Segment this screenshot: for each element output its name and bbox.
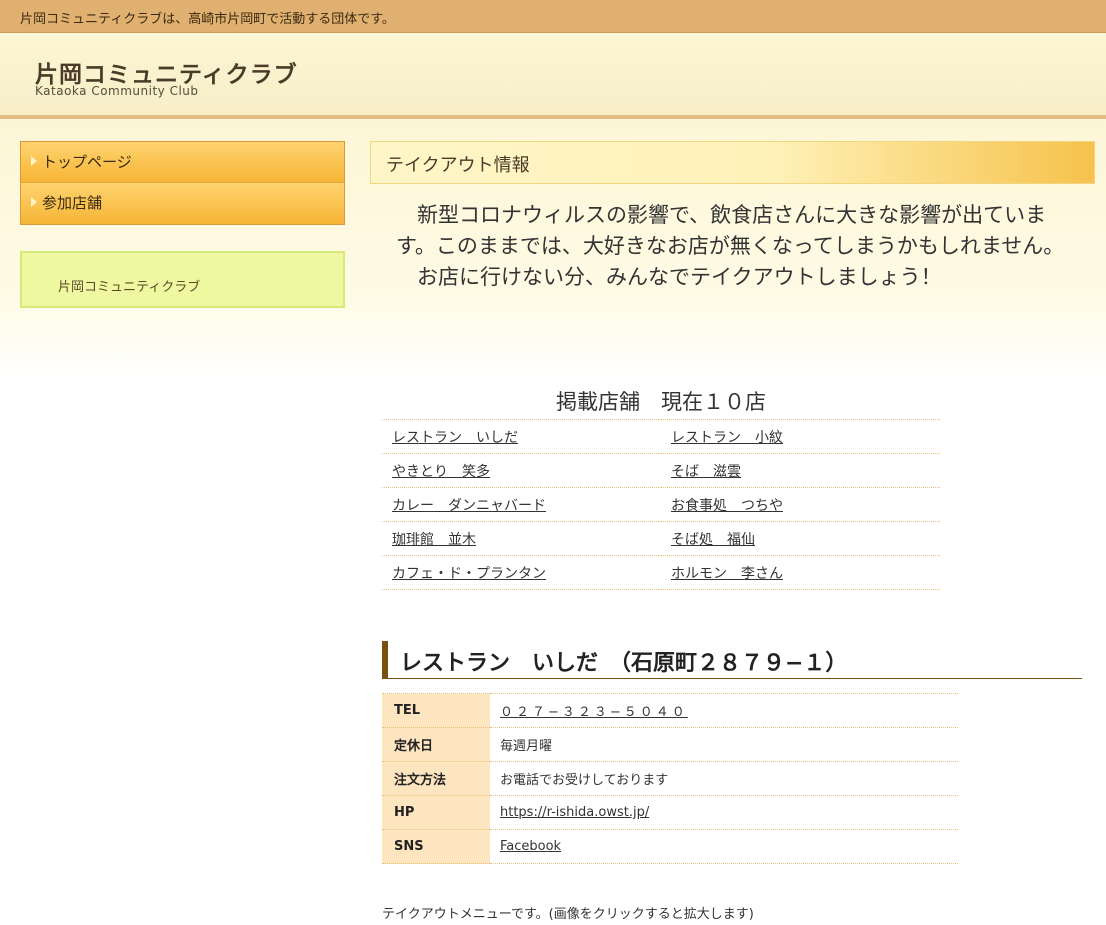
info-key-holiday: 定休日 <box>382 727 490 762</box>
sidebar-nav: トップページ 参加店舗 <box>20 141 345 225</box>
tel-link[interactable]: ０２７−３２３−５０４０ <box>500 705 688 720</box>
intro-text: 新型コロナウィルスの影響で、飲食店さんに大きな影響が出ています。このままでは、大… <box>396 200 1076 293</box>
info-value-order: お電話でお受けしております <box>490 761 958 796</box>
table-cell: やきとり 笑多 <box>382 453 661 488</box>
table-cell: カレー ダンニャバード <box>382 487 661 522</box>
nav-item-top-page[interactable]: トップページ <box>21 142 344 183</box>
table-row: 定休日 毎週月曜 <box>382 727 958 762</box>
page-heading: テイクアウト情報 <box>370 141 1095 184</box>
shop-link[interactable]: ホルモン 李さん <box>671 566 783 582</box>
menu-note: テイクアウトメニューです。(画像をクリックすると拡大します) <box>382 907 754 922</box>
table-row: やきとり 笑多 そば 滋雲 <box>382 453 940 488</box>
triangle-right-icon <box>31 156 37 166</box>
table-cell: レストラン 小紋 <box>661 419 940 454</box>
shop-link[interactable]: レストラン 小紋 <box>671 430 783 446</box>
table-cell: カフェ・ド・プランタン <box>382 555 661 590</box>
sidebar-box-text: 片岡コミュニティクラブ <box>58 280 201 295</box>
sidebar-info-box: 片岡コミュニティクラブ <box>20 251 345 308</box>
nav-item-participating-stores[interactable]: 参加店舗 <box>21 183 344 224</box>
shop-link[interactable]: カフェ・ド・プランタン <box>392 566 546 582</box>
table-cell: Facebook <box>490 829 958 864</box>
table-row: 珈琲館 並木 そば処 福仙 <box>382 521 940 556</box>
shop-link[interactable]: そば処 福仙 <box>671 532 755 548</box>
homepage-link[interactable]: https://r-ishida.owst.jp/ <box>500 805 649 820</box>
store-heading: レストラン いしだ （石原町２８７９−１） <box>382 641 1082 679</box>
table-cell: そば 滋雲 <box>661 453 940 488</box>
site-subtitle: Kataoka Community Club <box>35 84 199 98</box>
store-info-table: TEL ０２７−３２３−５０４０ 定休日 毎週月曜 注文方法 お電話でお受けして… <box>382 693 958 864</box>
intro-paragraph-1: 新型コロナウィルスの影響で、飲食店さんに大きな影響が出ています。このままでは、大… <box>396 203 1065 258</box>
table-cell: そば処 福仙 <box>661 521 940 556</box>
table-cell: ホルモン 李さん <box>661 555 940 590</box>
shops-title: 掲載店舗 現在１０店 <box>556 390 766 414</box>
shop-link[interactable]: レストラン いしだ <box>392 430 518 446</box>
table-row: 注文方法 お電話でお受けしております <box>382 761 958 796</box>
table-cell: 珈琲館 並木 <box>382 521 661 556</box>
shop-link[interactable]: そば 滋雲 <box>671 464 741 480</box>
table-row: HP https://r-ishida.owst.jp/ <box>382 795 958 830</box>
table-row: TEL ０２７−３２３−５０４０ <box>382 693 958 728</box>
table-row: レストラン いしだ レストラン 小紋 <box>382 419 940 454</box>
site-tagline: 片岡コミュニティクラブは、高崎市片岡町で活動する団体です。 <box>0 0 1106 33</box>
shops-table: レストラン いしだ レストラン 小紋 やきとり 笑多 そば 滋雲 カレー ダンニ… <box>382 419 940 590</box>
nav-item-label: トップページ <box>42 153 132 171</box>
info-value-holiday: 毎週月曜 <box>490 727 958 762</box>
intro-paragraph-2: お店に行けない分、みんなでテイクアウトしましょう！ <box>396 265 942 289</box>
table-cell: ０２７−３２３−５０４０ <box>490 693 958 728</box>
shop-link[interactable]: お食事処 つちや <box>671 498 783 514</box>
table-cell: お食事処 つちや <box>661 487 940 522</box>
facebook-link[interactable]: Facebook <box>500 839 561 854</box>
shop-link[interactable]: 珈琲館 並木 <box>392 532 476 548</box>
info-key-tel: TEL <box>382 693 490 728</box>
table-row: カレー ダンニャバード お食事処 つちや <box>382 487 940 522</box>
site-header: 片岡コミュニティクラブ Kataoka Community Club <box>0 33 1106 119</box>
table-row: カフェ・ド・プランタン ホルモン 李さん <box>382 555 940 590</box>
shop-link[interactable]: やきとり 笑多 <box>392 464 490 480</box>
info-key-sns: SNS <box>382 829 490 864</box>
shop-link[interactable]: カレー ダンニャバード <box>392 498 546 514</box>
info-key-hp: HP <box>382 795 490 830</box>
triangle-right-icon <box>31 197 37 207</box>
table-cell: https://r-ishida.owst.jp/ <box>490 795 958 830</box>
table-cell: レストラン いしだ <box>382 419 661 454</box>
info-key-order: 注文方法 <box>382 761 490 796</box>
table-row: SNS Facebook <box>382 829 958 864</box>
nav-item-label: 参加店舗 <box>42 194 103 212</box>
